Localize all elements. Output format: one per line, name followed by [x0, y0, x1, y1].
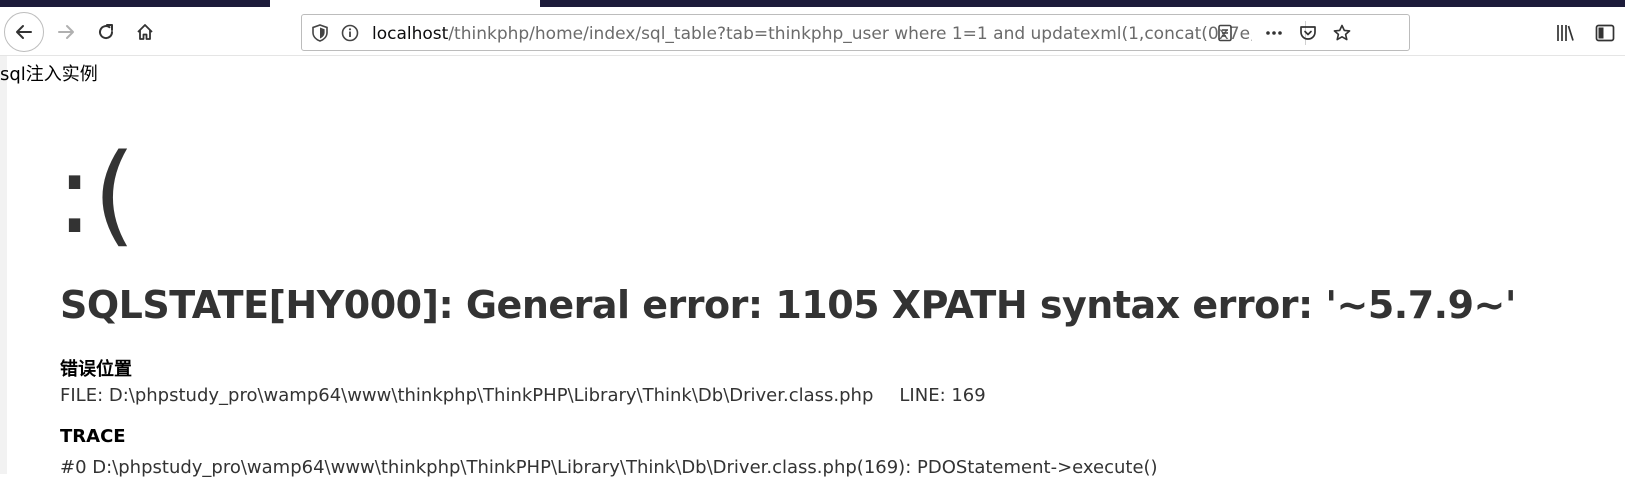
- arrow-right-icon: [58, 25, 74, 39]
- shield-icon[interactable]: [310, 23, 330, 43]
- page-left-edge: [0, 56, 7, 474]
- page-label: sql注入实例: [0, 64, 98, 85]
- url-text[interactable]: localhost/thinkphp/home/index/sql_table?…: [372, 23, 1252, 45]
- home-icon: [137, 24, 153, 40]
- more-actions-icon[interactable]: [1264, 23, 1284, 43]
- error-file: FILE: D:\phpstudy_pro\wamp64\www\thinkph…: [60, 385, 874, 406]
- address-bar[interactable]: localhost/thinkphp/home/index/sql_table?…: [301, 14, 1410, 51]
- library-icon[interactable]: [1554, 22, 1576, 44]
- error-line: LINE: 169: [899, 385, 986, 406]
- url-host: localhost: [372, 24, 449, 44]
- tab-strip-segment: [0, 0, 270, 7]
- home-button[interactable]: [125, 12, 165, 52]
- forward-button[interactable]: [46, 12, 86, 52]
- arrow-left-icon: [16, 25, 32, 39]
- window-top-strip: [0, 0, 1625, 8]
- error-location-title: 错误位置: [60, 359, 132, 380]
- sidebar-icon[interactable]: [1594, 22, 1616, 44]
- trace-line: #0 D:\phpstudy_pro\wamp64\www\thinkphp\T…: [60, 457, 1158, 478]
- pocket-icon[interactable]: [1298, 23, 1318, 43]
- reader-view-icon[interactable]: [1215, 23, 1235, 43]
- back-button[interactable]: [4, 12, 44, 52]
- error-location-body: FILE: D:\phpstudy_pro\wamp64\www\thinkph…: [60, 385, 986, 406]
- reload-button[interactable]: [86, 12, 126, 52]
- error-message: SQLSTATE[HY000]: General error: 1105 XPA…: [60, 283, 1517, 327]
- star-icon[interactable]: [1332, 23, 1352, 43]
- info-icon[interactable]: [340, 23, 360, 43]
- url-path: /thinkphp/home/index/sql_table?tab=think…: [448, 24, 1252, 44]
- reload-icon: [99, 24, 114, 40]
- sad-face: :(: [56, 130, 136, 258]
- trace-title: TRACE: [60, 426, 126, 447]
- tab-strip-segment: [540, 0, 1625, 7]
- browser-toolbar: localhost/thinkphp/home/index/sql_table?…: [0, 8, 1625, 56]
